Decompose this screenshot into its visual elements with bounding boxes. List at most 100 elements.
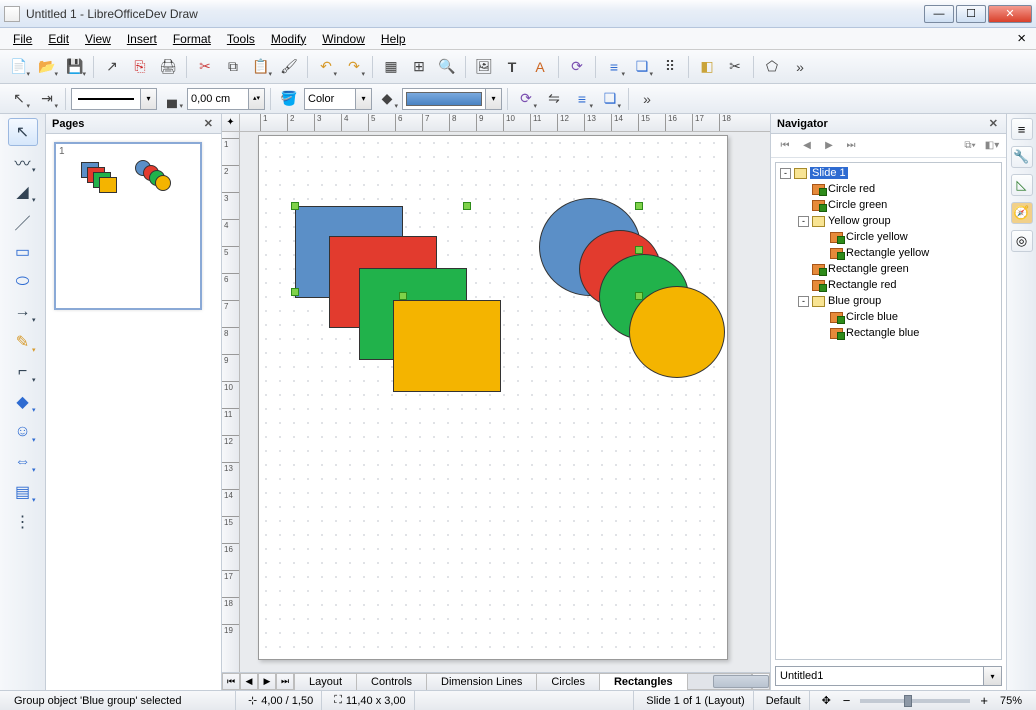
pages-close-icon[interactable]: ✕ — [202, 117, 215, 130]
line-tool[interactable]: ／ — [8, 208, 38, 236]
flowchart-tool[interactable]: ▤▾ — [8, 478, 38, 506]
symbol-shapes-tool[interactable]: ☺▾ — [8, 418, 38, 446]
align-tool[interactable]: ≡▾ — [569, 86, 595, 112]
menu-tools[interactable]: Tools — [220, 30, 262, 48]
minimize-button[interactable]: — — [924, 5, 954, 23]
tree-item[interactable]: Rectangle red — [776, 277, 1001, 293]
rotate-tool[interactable]: ⟳▾ — [513, 86, 539, 112]
handle[interactable] — [635, 246, 643, 254]
menu-file[interactable]: File — [6, 30, 39, 48]
fill-tool-menu[interactable]: ◢▾ — [8, 178, 38, 206]
tree-item[interactable]: Circle blue — [776, 309, 1001, 325]
shape-rectangle-yellow[interactable] — [393, 300, 501, 392]
pointer-tool[interactable]: ↖▾ — [6, 86, 32, 112]
prev-tab-button[interactable]: ◀ — [240, 673, 258, 690]
curve-tool[interactable]: ✎▾ — [8, 328, 38, 356]
line-color[interactable]: ▄▾ — [159, 86, 185, 112]
handle[interactable] — [635, 292, 643, 300]
polygon-button[interactable]: ⬠ — [759, 54, 785, 80]
arrow-tool[interactable]: →▾ — [8, 298, 38, 326]
handle[interactable] — [399, 292, 407, 300]
close-button[interactable]: ✕ — [988, 5, 1032, 23]
last-tab-button[interactable]: ⏭ — [276, 673, 294, 690]
menu-insert[interactable]: Insert — [120, 30, 164, 48]
ellipse-tool[interactable]: ⬭ — [8, 268, 38, 296]
sidebar-effects-icon[interactable]: ◎ — [1011, 230, 1033, 252]
drawing-page[interactable] — [258, 135, 728, 660]
line-width-spinner[interactable]: ▴▾ — [187, 88, 265, 110]
format-paintbrush-button[interactable]: 🖌 — [276, 54, 302, 80]
nav-last-button[interactable]: ⏭ — [841, 136, 861, 156]
tree-item[interactable]: -Yellow group — [776, 213, 1001, 229]
zoom-out-button[interactable]: − — [843, 693, 851, 708]
more-button-2[interactable]: » — [634, 86, 660, 112]
rotate-button[interactable]: ⟳ — [564, 54, 590, 80]
fill-type-input[interactable] — [304, 88, 356, 110]
sidebar-properties-icon[interactable]: ≡ — [1011, 118, 1033, 140]
more-tools[interactable]: ⋮ — [8, 508, 38, 536]
zoom-in-button[interactable]: + — [980, 693, 988, 708]
maximize-button[interactable]: ☐ — [956, 5, 986, 23]
new-button[interactable]: 📄▾ — [6, 54, 32, 80]
export-button[interactable]: ↗ — [99, 54, 125, 80]
connector-tool[interactable]: ⌐▾ — [8, 358, 38, 386]
handle[interactable] — [463, 202, 471, 210]
menu-help[interactable]: Help — [374, 30, 413, 48]
shadow-button[interactable]: ◧ — [694, 54, 720, 80]
menu-edit[interactable]: Edit — [41, 30, 76, 48]
sidebar-navigator-icon[interactable]: 🧭 — [1011, 202, 1033, 224]
navigator-tree[interactable]: -Slide 1Circle redCircle green-Yellow gr… — [775, 162, 1002, 660]
cut-button[interactable]: ✂ — [192, 54, 218, 80]
nav-next-button[interactable]: ▶ — [819, 136, 839, 156]
menu-window[interactable]: Window — [315, 30, 372, 48]
menu-format[interactable]: Format — [166, 30, 218, 48]
menu-modify[interactable]: Modify — [264, 30, 313, 48]
open-button[interactable]: 📂▾ — [34, 54, 60, 80]
layer-tab-controls[interactable]: Controls — [356, 673, 427, 690]
grid-button[interactable]: ▦ — [378, 54, 404, 80]
nav-first-button[interactable]: ⏮ — [775, 136, 795, 156]
handle[interactable] — [291, 202, 299, 210]
first-tab-button[interactable]: ⏮ — [222, 673, 240, 690]
zoom-slider[interactable] — [860, 699, 970, 703]
select-tool[interactable]: ↖ — [8, 118, 38, 146]
rectangle-tool[interactable]: ▭ — [8, 238, 38, 266]
navigator-doc-combo[interactable]: ▾ — [775, 666, 1002, 686]
ruler-vertical[interactable]: 12345678910111213141516171819 — [222, 132, 240, 672]
nav-dragmode-button[interactable]: ⧉▾ — [960, 136, 980, 156]
handle[interactable] — [291, 288, 299, 296]
line-tool-menu[interactable]: 〰▾ — [8, 148, 38, 176]
redo-button[interactable]: ↷▾ — [341, 54, 367, 80]
block-arrows-tool[interactable]: ⇔▾ — [8, 448, 38, 476]
line-end-style[interactable]: ⇥▾ — [34, 86, 60, 112]
distribute-button[interactable]: ⠿ — [657, 54, 683, 80]
page-viewport[interactable] — [240, 132, 770, 672]
shape-circle-yellow[interactable] — [629, 286, 725, 378]
align-button[interactable]: ≡▾ — [601, 54, 627, 80]
tree-item[interactable]: Circle green — [776, 197, 1001, 213]
document-close-button[interactable]: × — [1013, 30, 1030, 47]
fill-color[interactable]: ◆▾ — [374, 86, 400, 112]
slide-thumbnail-1[interactable]: 1 — [54, 142, 202, 310]
arrange-button[interactable]: ❏▾ — [629, 54, 655, 80]
basic-shapes-tool[interactable]: ◆▾ — [8, 388, 38, 416]
tree-item[interactable]: Rectangle green — [776, 261, 1001, 277]
undo-button[interactable]: ↶▾ — [313, 54, 339, 80]
pdf-button[interactable]: ⎘ — [127, 54, 153, 80]
copy-button[interactable]: ⧉ — [220, 54, 246, 80]
image-button[interactable]: 🖼 — [471, 54, 497, 80]
snap-button[interactable]: ⊞ — [406, 54, 432, 80]
menu-view[interactable]: View — [78, 30, 118, 48]
tree-item[interactable]: -Blue group — [776, 293, 1001, 309]
tree-item[interactable]: Circle yellow — [776, 229, 1001, 245]
print-button[interactable]: 🖨 — [155, 54, 181, 80]
sidebar-styles-icon[interactable]: 🔧 — [1011, 146, 1033, 168]
save-button[interactable]: 💾▾ — [62, 54, 88, 80]
handle[interactable] — [635, 202, 643, 210]
fontwork-button[interactable]: A — [527, 54, 553, 80]
sidebar-gallery-icon[interactable]: ◺ — [1011, 174, 1033, 196]
crop-button[interactable]: ✂ — [722, 54, 748, 80]
tree-item[interactable]: Circle red — [776, 181, 1001, 197]
fill-type-combo[interactable]: ▾ — [304, 88, 372, 110]
mirror-tool[interactable]: ⇋ — [541, 86, 567, 112]
